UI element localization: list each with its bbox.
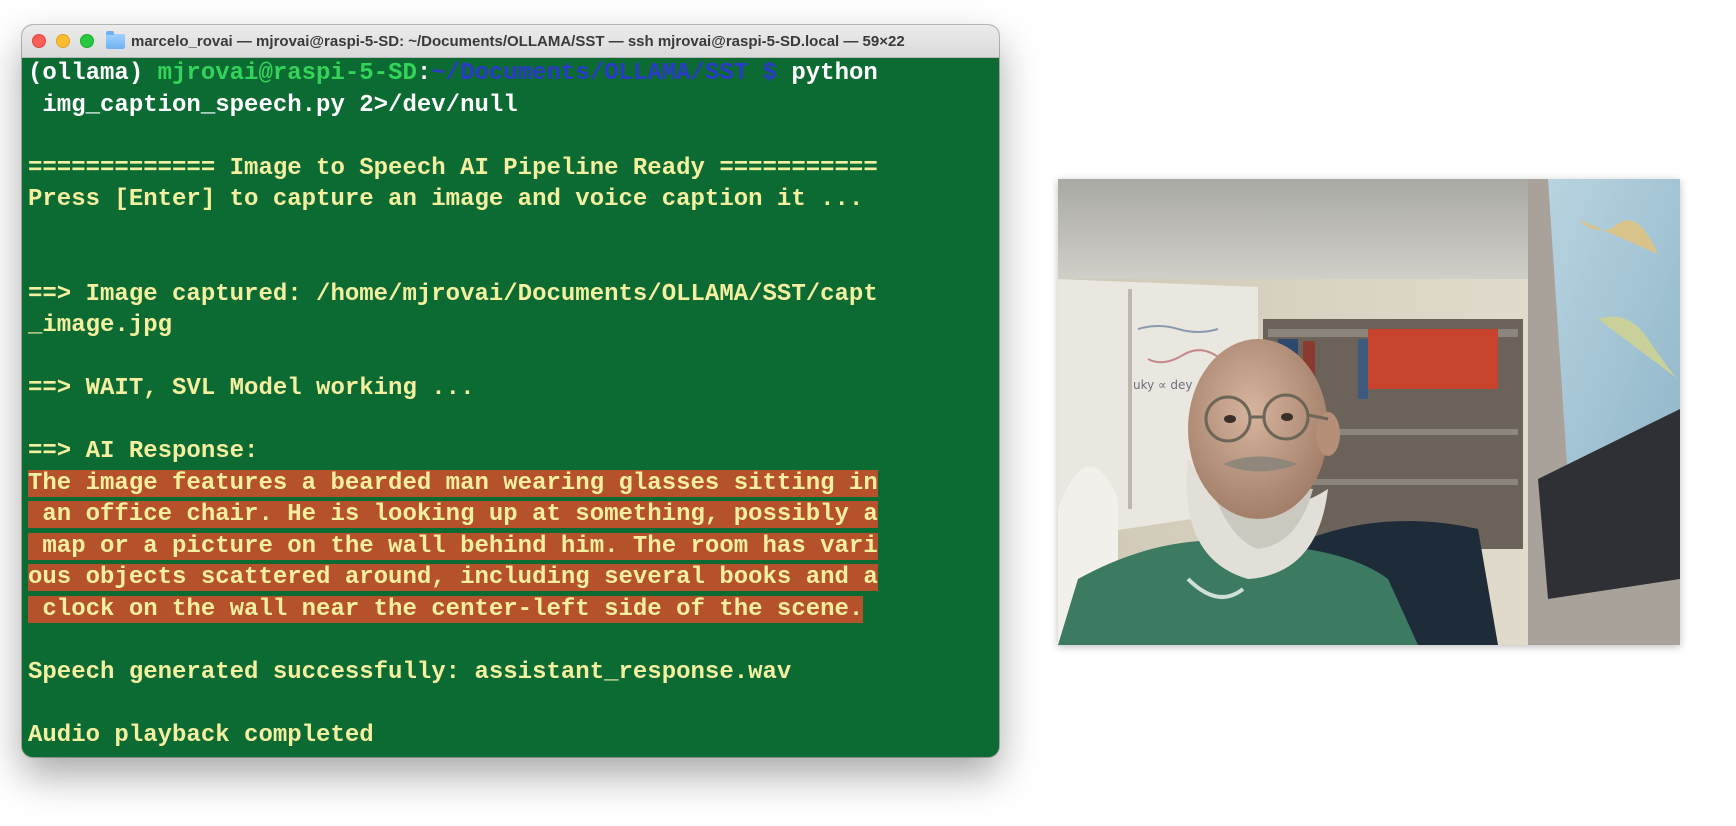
minimize-button[interactable] <box>56 34 70 48</box>
instruction-line: Press [Enter] to capture an image and vo… <box>28 186 864 213</box>
response-label: ==> AI Response: <box>28 438 259 465</box>
prompt-env: (ollama) <box>28 60 158 87</box>
response-line: ous objects scattered around, including … <box>28 564 878 591</box>
speech-line: Speech generated successfully: assistant… <box>28 658 792 686</box>
captured-photo: uky ∝ dey <box>1058 179 1680 645</box>
response-line: map or a picture on the wall behind him.… <box>28 532 878 560</box>
prompt-dollar: $ <box>748 60 792 87</box>
terminal-window[interactable]: marcelo_rovai — mjrovai@raspi-5-SD: ~/Do… <box>22 25 999 757</box>
response-line: clock on the wall near the center-left s… <box>28 595 864 623</box>
window-controls <box>32 34 94 48</box>
audio-line: Audio playback completed <box>28 721 374 749</box>
command-continuation: img_caption_speech.py 2>/dev/null <box>28 91 518 119</box>
zoom-button[interactable] <box>80 34 94 48</box>
svg-text:uky ∝ dey: uky ∝ dey <box>1133 378 1193 392</box>
response-text: map or a picture on the wall behind him.… <box>28 531 999 563</box>
folder-icon <box>106 30 125 49</box>
prompt-userhost: mjrovai@raspi-5-SD <box>157 60 417 87</box>
response-line: The image features a bearded man wearing… <box>28 469 878 497</box>
captured-photo-image: uky ∝ dey <box>1058 179 1680 645</box>
response-text: clock on the wall near the center-left s… <box>28 594 999 626</box>
response-line: an office chair. He is looking up at som… <box>28 501 878 528</box>
command-text: python <box>791 60 878 87</box>
captured-line: ==> Image captured: /home/mjrovai/Docume… <box>28 280 878 308</box>
wait-line: ==> WAIT, SVL Model working ... <box>28 375 475 402</box>
prompt-path: ~/Documents/OLLAMA/SST <box>431 60 749 87</box>
response-text: The image features a bearded man wearing… <box>28 468 999 500</box>
captured-line-cont: _image.jpg <box>28 312 173 339</box>
prompt-line: (ollama) mjrovai@raspi-5-SD:~/Documents/… <box>28 58 999 90</box>
prompt-colon: : <box>416 60 432 87</box>
title-bar[interactable]: marcelo_rovai — mjrovai@raspi-5-SD: ~/Do… <box>22 25 999 58</box>
response-text: ous objects scattered around, including … <box>28 562 999 594</box>
response-text: an office chair. He is looking up at som… <box>28 499 999 531</box>
close-button[interactable] <box>32 34 46 48</box>
window-title: marcelo_rovai — mjrovai@raspi-5-SD: ~/Do… <box>131 32 905 50</box>
banner-line: ============= Image to Speech AI Pipelin… <box>28 154 878 182</box>
terminal-output[interactable]: (ollama) mjrovai@raspi-5-SD:~/Documents/… <box>22 58 999 757</box>
